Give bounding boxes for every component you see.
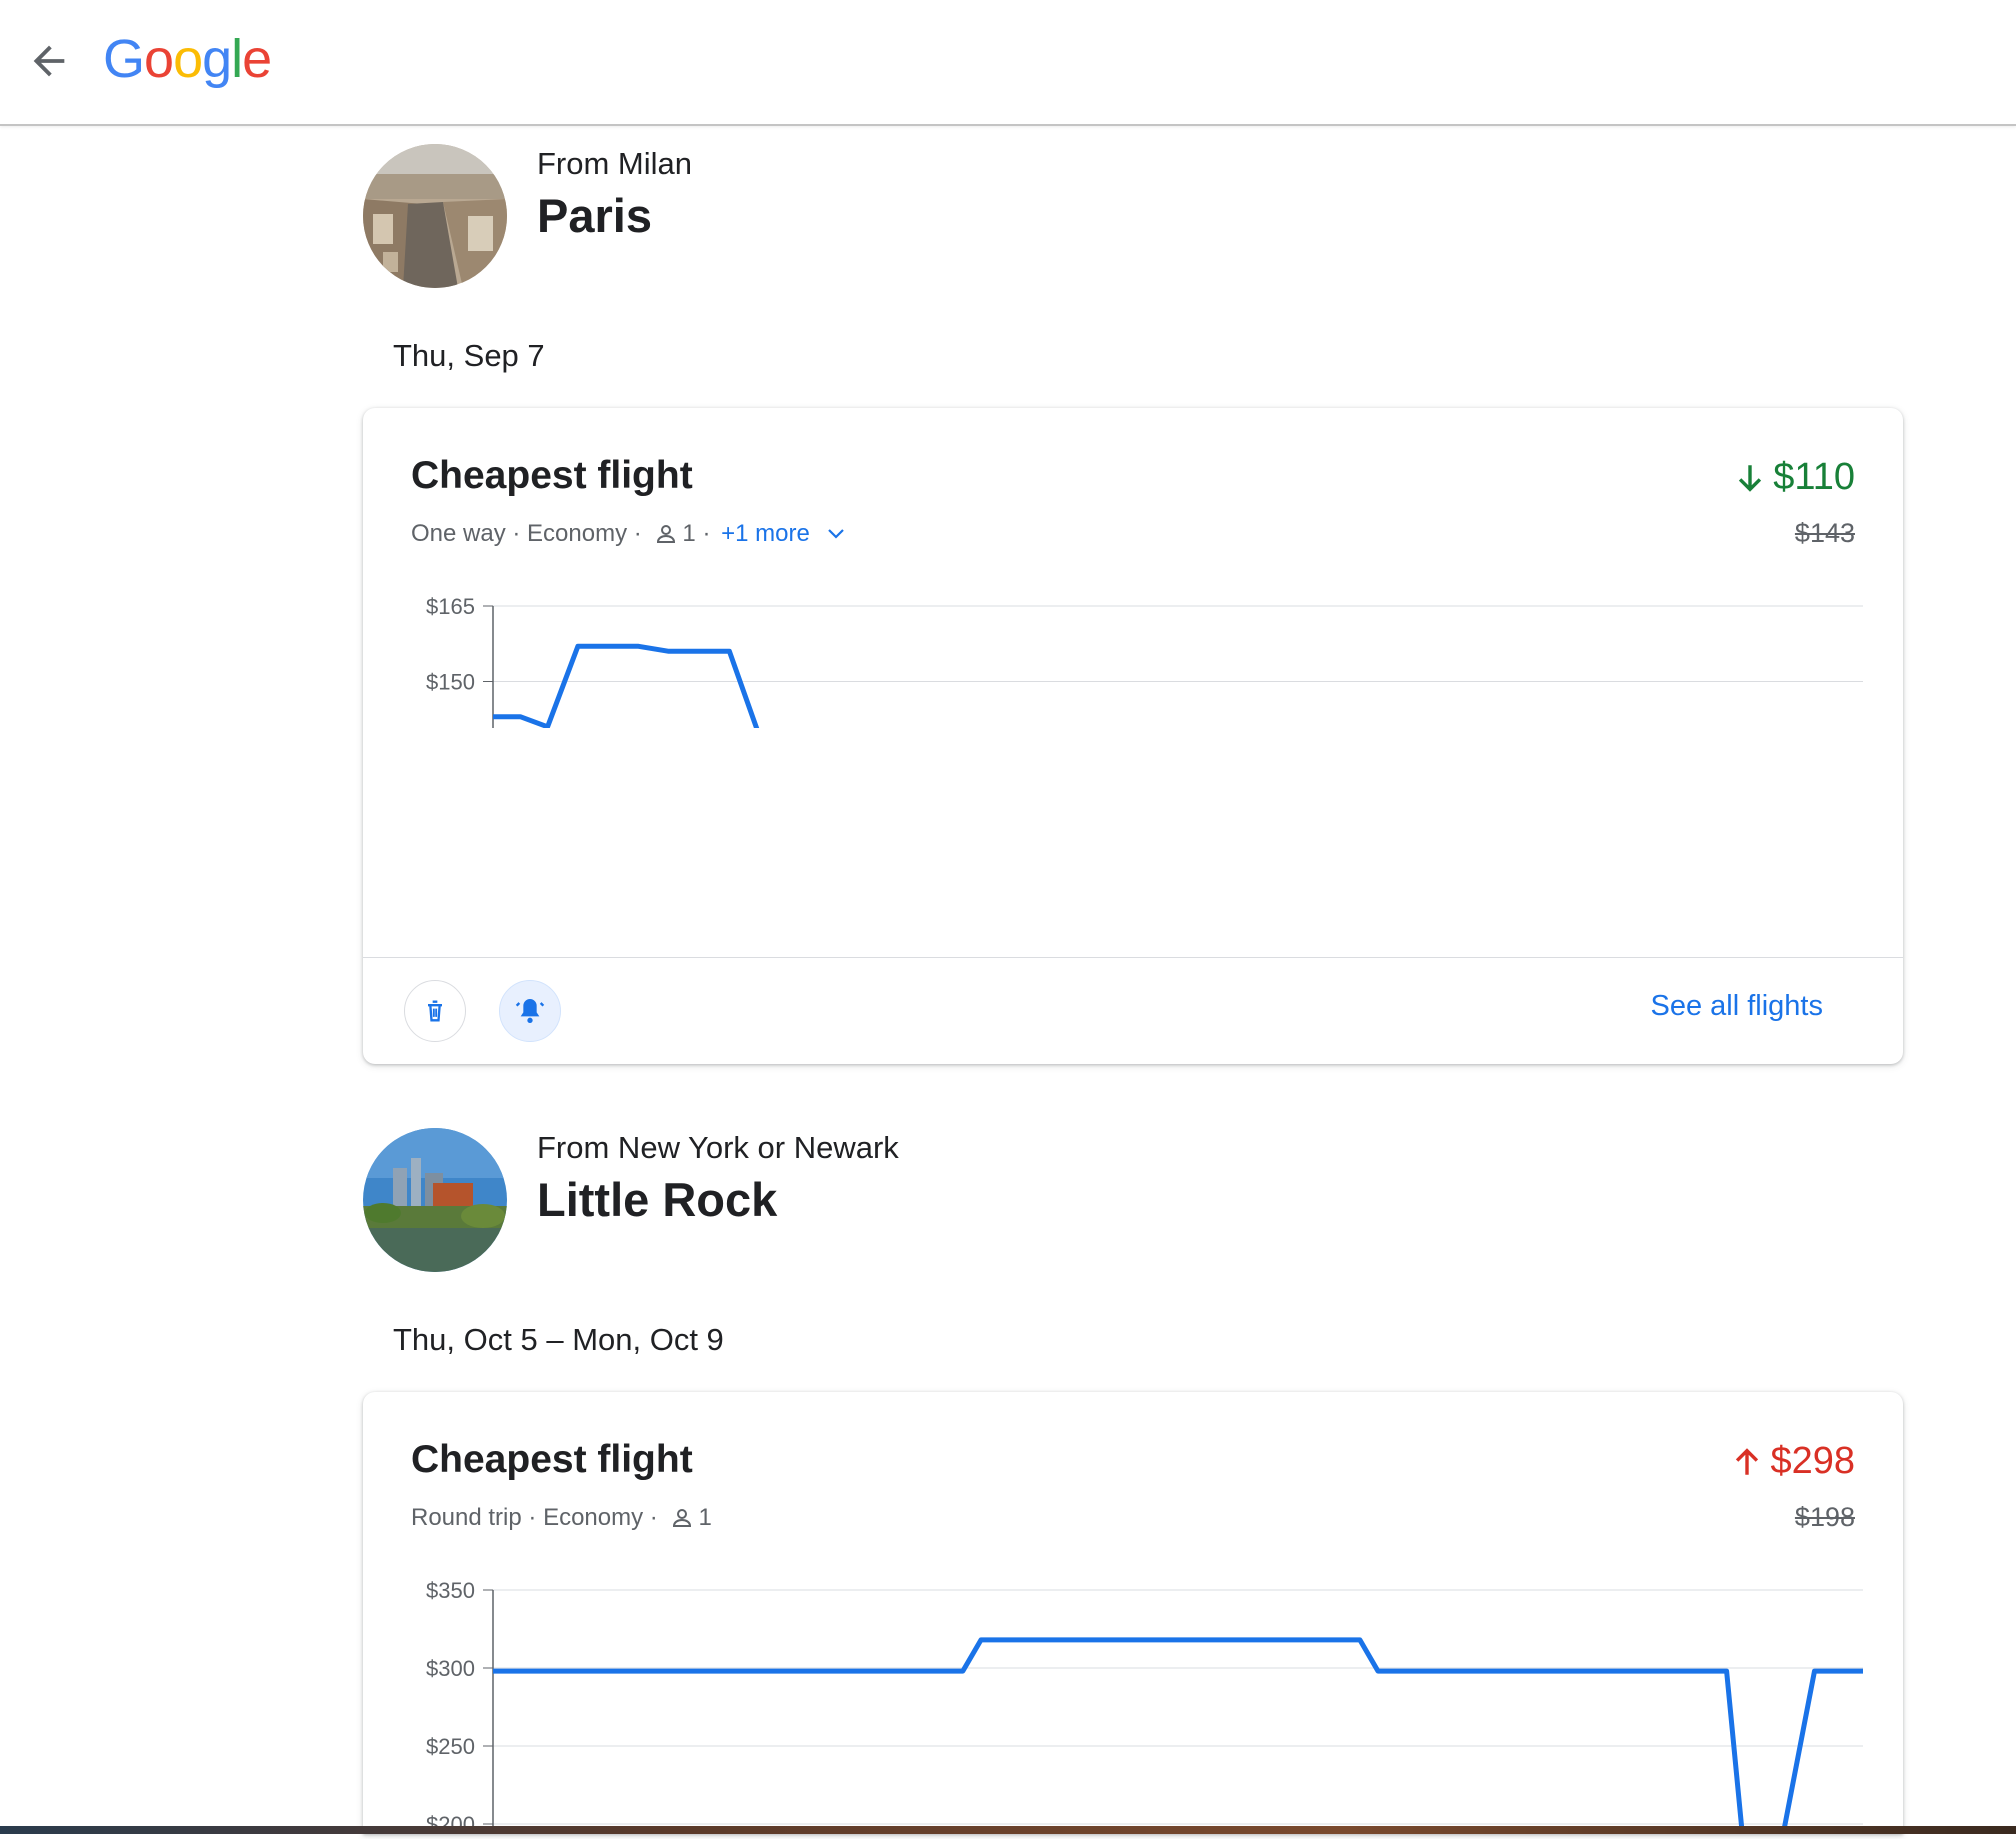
price-series-line	[493, 643, 1863, 901]
trip-details: Round trip · Economy · 1	[411, 1504, 712, 1531]
arrow-up-icon	[1730, 1445, 1764, 1479]
y-tick-label: $165	[426, 594, 475, 619]
trip-dates: Thu, Oct 5 – Mon, Oct 9	[393, 1322, 724, 1357]
destination-city: Little Rock	[537, 1173, 778, 1226]
trash-icon	[421, 997, 449, 1025]
price-history-chart-svg: $105$120$135$150$16543 day...36 days ago…	[426, 594, 1868, 953]
passenger-count: 1	[698, 1504, 712, 1531]
dock-edge	[0, 1826, 2016, 1834]
destination-photo	[363, 144, 507, 288]
price-tracking-card: Cheapest flight One way · Economy · 1 · …	[363, 408, 1903, 1064]
arrow-down-icon	[1733, 461, 1767, 495]
card-title: Cheapest flight	[411, 1438, 693, 1481]
destination-photo	[363, 1128, 507, 1272]
bell-ring-icon	[514, 995, 546, 1027]
chevron-down-icon[interactable]	[824, 522, 848, 546]
price-history-chart: $200 $250 $300 $350	[363, 1552, 1903, 1839]
person-icon	[654, 522, 678, 546]
see-all-flights-link[interactable]: See all flights	[1651, 990, 1824, 1023]
logo-letter: g	[202, 29, 232, 89]
passenger-count: 1	[682, 520, 696, 547]
logo-letter: e	[242, 29, 272, 89]
price-tracking-card: Cheapest flight Round trip · Economy · 1…	[363, 1392, 1903, 1837]
cabin-class: Economy	[543, 1504, 644, 1531]
price-history-chart: $105$120$135$150$16543 day...36 days ago…	[363, 568, 1903, 953]
top-bar: Google	[0, 0, 2016, 126]
price-alert-button[interactable]	[499, 980, 561, 1042]
y-tick-label: $250	[426, 1734, 475, 1759]
origin-label: From Milan	[537, 146, 693, 181]
origin-label: From New York or Newark	[537, 1130, 899, 1165]
y-tick-label: $300	[426, 1656, 475, 1681]
more-options-link[interactable]: +1 more	[721, 520, 810, 548]
destination-city: Paris	[537, 189, 652, 242]
trip-type: Round trip	[411, 1504, 522, 1531]
trip-details: One way · Economy · 1 · +1 more	[411, 520, 848, 548]
logo-letter: o	[144, 29, 174, 89]
previous-price: $143	[1794, 518, 1855, 548]
back-arrow-icon[interactable]	[26, 38, 72, 84]
y-tick-label: $150	[426, 670, 475, 695]
delete-button[interactable]	[404, 980, 466, 1042]
cabin-class: Economy	[527, 520, 628, 547]
logo-letter: o	[173, 29, 203, 89]
card-title: Cheapest flight	[411, 454, 693, 497]
current-price: $110	[1733, 456, 1855, 499]
trip-dates: Thu, Sep 7	[393, 338, 545, 373]
trip-type: One way	[411, 520, 506, 547]
card-footer: See all flights	[363, 957, 1903, 1065]
price-history-chart-svg: $200$250$300$350	[426, 1578, 1863, 1837]
person-icon	[670, 1506, 694, 1530]
google-logo[interactable]: Google	[103, 28, 272, 90]
logo-letter: l	[231, 29, 243, 89]
y-tick-label: $350	[426, 1578, 475, 1603]
previous-price: $198	[1794, 1502, 1855, 1532]
logo-letter: G	[103, 29, 145, 89]
current-price: $298	[1730, 1440, 1855, 1483]
